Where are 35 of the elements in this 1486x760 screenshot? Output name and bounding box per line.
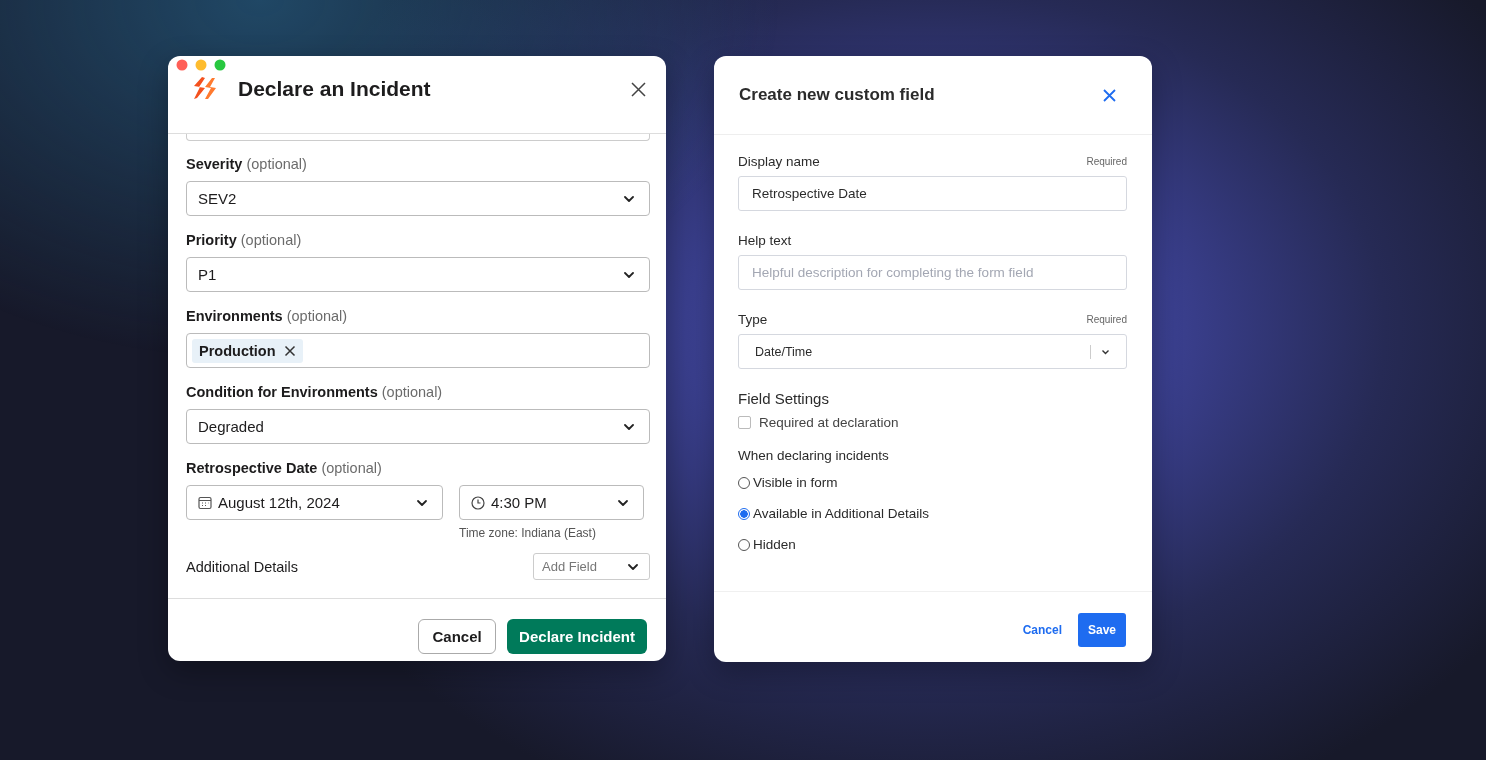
field-label: Type xyxy=(738,311,768,327)
add-field-select[interactable]: Add Field xyxy=(533,553,650,580)
dialog-title: Create new custom field xyxy=(739,85,935,105)
save-button[interactable]: Save xyxy=(1078,613,1126,647)
multi-select-field[interactable]: Production xyxy=(186,333,650,368)
group-label: When declaring incidents xyxy=(738,448,890,463)
section-label: Additional Details xyxy=(186,558,299,575)
select-field[interactable]: Date/Time xyxy=(738,334,1127,369)
date-picker[interactable]: August 12th, 2024 xyxy=(186,485,443,520)
field-label: Severity (optional) xyxy=(186,155,308,173)
time-picker[interactable]: 4:30 PM xyxy=(459,485,644,520)
required-note: Required xyxy=(1086,155,1127,167)
required-note: Required xyxy=(1086,313,1127,325)
timezone-note: Time zone: Indiana (East) xyxy=(459,526,597,540)
field-label: Condition for Environments (optional) xyxy=(186,383,444,401)
radio-option[interactable]: Available in Additional Details xyxy=(738,505,1127,522)
field-label: Environments (optional) xyxy=(186,307,349,325)
cancel-button[interactable]: Cancel xyxy=(1014,613,1070,647)
select-field[interactable]: Degraded xyxy=(186,409,650,444)
section-heading: Field Settings xyxy=(738,390,830,407)
cancel-button[interactable]: Cancel xyxy=(418,619,497,654)
field-label: Priority (optional) xyxy=(186,231,303,249)
checkbox-option[interactable]: Required at declaration xyxy=(738,415,1127,430)
select-field[interactable]: SEV2 xyxy=(186,181,650,216)
radio-option[interactable]: Hidden xyxy=(738,536,1127,553)
tag-chip: Production xyxy=(192,338,303,363)
text-field[interactable]: Helpful description for completing the form field xyxy=(738,255,1127,290)
declare-button[interactable]: Declare Incident xyxy=(507,619,647,654)
field-label: Display name xyxy=(738,153,820,169)
field-label: Help text xyxy=(738,232,792,248)
dialog-title: Declare an Incident xyxy=(238,77,432,101)
text-field[interactable]: Retrospective Date xyxy=(738,176,1127,211)
radio-option[interactable]: Visible in form xyxy=(738,474,1127,491)
select-field[interactable]: P1 xyxy=(186,257,650,292)
field-label: Retrospective Date (optional) xyxy=(186,459,383,477)
